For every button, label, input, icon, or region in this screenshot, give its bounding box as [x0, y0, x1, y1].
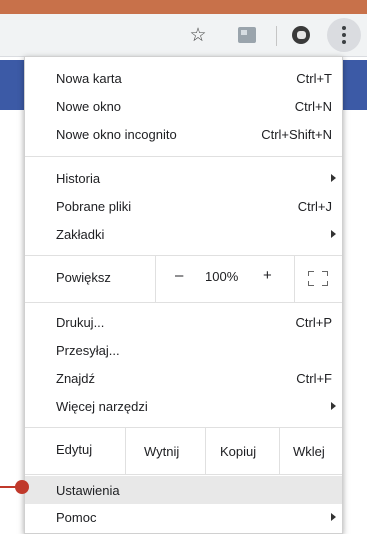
paste-button[interactable]: Wklej	[293, 428, 325, 474]
menu-divider	[25, 474, 342, 475]
menu-item-shortcut: Ctrl+N	[294, 98, 332, 114]
menu-item-cast[interactable]: Przesyłaj...	[25, 337, 342, 363]
menu-zoom-row: Powiększ – 100% +	[25, 256, 342, 302]
menu-item-print[interactable]: Drukuj... Ctrl+P	[25, 309, 342, 335]
zoom-level: 100%	[205, 269, 239, 284]
menu-item-new-incognito-window[interactable]: Nowe okno incognito Ctrl+Shift+N	[25, 121, 342, 147]
menu-item-label: Pobrane pliki	[56, 198, 132, 214]
copy-label: Kopiuj	[220, 443, 257, 459]
callout-pointer-dot	[15, 480, 29, 494]
menu-item-settings[interactable]: Ustawienia	[25, 476, 342, 504]
menu-item-label: Przesyłaj...	[56, 342, 120, 358]
browser-title-bar	[0, 0, 367, 14]
menu-item-new-tab[interactable]: Nowa karta Ctrl+T	[25, 65, 342, 91]
menu-item-label: Zakładki	[56, 226, 105, 242]
zoom-label: Powiększ	[56, 270, 111, 285]
submenu-arrow-icon	[331, 174, 336, 182]
menu-item-label: Historia	[56, 170, 101, 186]
edit-separator	[279, 428, 280, 474]
menu-item-label: Drukuj...	[56, 314, 105, 330]
menu-item-label: Ustawienia	[56, 482, 120, 498]
menu-item-find[interactable]: Znajdź Ctrl+F	[25, 365, 342, 391]
zoom-in-button[interactable]: +	[263, 267, 272, 284]
edit-separator	[205, 428, 206, 474]
menu-item-shortcut: Ctrl+P	[295, 314, 332, 330]
menu-item-history[interactable]: Historia	[25, 165, 342, 191]
menu-item-label: Więcej narzędzi	[56, 398, 148, 414]
submenu-arrow-icon	[331, 230, 336, 238]
menu-item-label: Nowe okno	[56, 98, 122, 114]
edit-separator	[125, 428, 126, 474]
menu-item-label: Pomoc	[56, 509, 97, 525]
page-background-right	[343, 60, 367, 110]
menu-item-label: Nowe okno incognito	[56, 126, 177, 142]
fullscreen-icon[interactable]	[308, 271, 328, 286]
menu-item-shortcut: Ctrl+F	[296, 370, 332, 386]
submenu-arrow-icon	[331, 513, 336, 521]
menu-item-shortcut: Ctrl+T	[296, 70, 332, 86]
profile-avatar[interactable]	[286, 20, 316, 50]
menu-divider	[25, 302, 342, 303]
copy-button[interactable]: Kopiuj	[220, 428, 256, 474]
zoom-separator	[155, 256, 156, 302]
extension-icon[interactable]	[232, 20, 262, 50]
menu-divider	[25, 156, 342, 157]
edit-label: Edytuj	[56, 442, 93, 457]
kebab-menu-icon[interactable]	[327, 18, 361, 52]
menu-item-bookmarks[interactable]: Zakładki	[25, 221, 342, 247]
zoom-out-button[interactable]: –	[175, 267, 183, 284]
menu-item-shortcut: Ctrl+Shift+N	[261, 126, 332, 142]
menu-edit-row: Edytuj Wytnij Kopiuj Wklej	[25, 428, 342, 474]
menu-item-new-window[interactable]: Nowe okno Ctrl+N	[25, 93, 342, 119]
menu-item-shortcut: Ctrl+J	[297, 198, 332, 214]
chrome-main-menu: Nowa karta Ctrl+T Nowe okno Ctrl+N Nowe …	[24, 56, 343, 534]
menu-item-downloads[interactable]: Pobrane pliki Ctrl+J	[25, 193, 342, 219]
browser-toolbar: ☆	[0, 14, 367, 57]
menu-item-more-tools[interactable]: Więcej narzędzi	[25, 393, 342, 419]
paste-label: Wklej	[293, 443, 325, 459]
menu-item-label: Nowa karta	[56, 70, 122, 86]
submenu-arrow-icon	[331, 402, 336, 410]
toolbar-separator	[276, 26, 277, 46]
menu-item-help[interactable]: Pomoc	[25, 504, 342, 530]
zoom-separator	[294, 256, 295, 302]
cut-button[interactable]: Wytnij	[144, 428, 179, 474]
star-icon[interactable]: ☆	[183, 20, 213, 50]
menu-item-label: Znajdź	[56, 370, 96, 386]
page-background-left	[0, 60, 24, 110]
cut-label: Wytnij	[144, 443, 180, 459]
